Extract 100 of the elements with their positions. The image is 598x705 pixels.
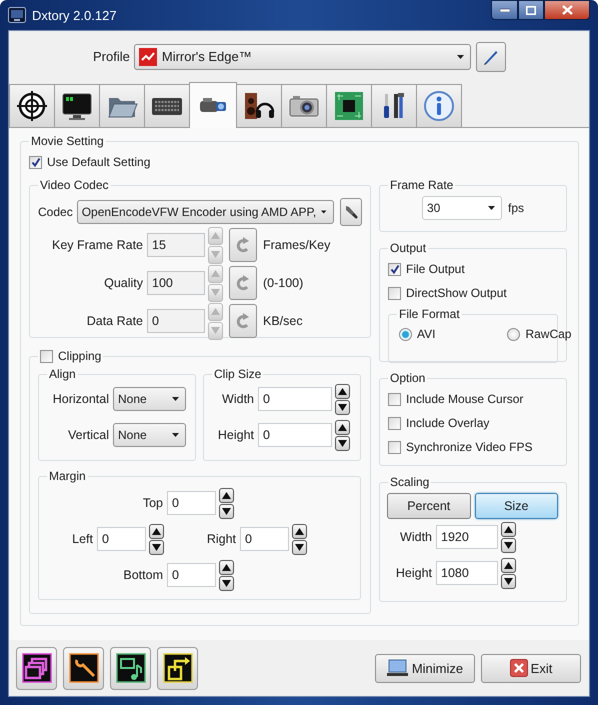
spin-down-button[interactable]	[219, 576, 234, 590]
down-arrow-icon	[504, 578, 513, 584]
group-title: Margin	[48, 469, 87, 483]
up-arrow-icon	[152, 528, 161, 534]
spin-up-button[interactable]	[292, 524, 307, 538]
up-arrow-icon	[211, 270, 220, 277]
spin-down-button[interactable]	[292, 540, 307, 554]
field-label: Right	[206, 532, 236, 546]
checkbox[interactable]	[388, 286, 401, 300]
maximize-icon	[526, 6, 536, 14]
spin-up-button[interactable]	[149, 524, 164, 538]
laptop-icon	[386, 659, 409, 677]
input-field[interactable]: 0	[258, 423, 332, 447]
dropdown[interactable]: None	[113, 423, 186, 447]
reset-button[interactable]	[229, 266, 257, 300]
reset-button[interactable]	[229, 304, 257, 338]
action-button[interactable]: Exit	[481, 654, 581, 682]
unit-label: fps	[508, 201, 524, 215]
checkbox[interactable]	[29, 156, 42, 168]
group-title: Align	[48, 367, 77, 381]
down-arrow-icon	[211, 327, 220, 334]
tab[interactable]	[9, 84, 55, 127]
up-arrow-icon	[222, 492, 231, 498]
spin-up-button[interactable]	[335, 384, 350, 398]
spin-down-button[interactable]	[335, 400, 350, 414]
up-arrow-icon	[504, 526, 513, 532]
spin-down-button[interactable]	[219, 504, 234, 518]
input-field[interactable]: 0	[258, 387, 332, 411]
speaker-headphones-icon	[243, 90, 275, 122]
down-arrow-icon	[211, 289, 220, 296]
input-field[interactable]: 0	[167, 563, 216, 587]
group-title: Output	[389, 241, 428, 255]
tab[interactable]	[371, 84, 417, 127]
field-label: Key Frame Rate	[50, 238, 143, 252]
wrench-icon	[68, 653, 98, 683]
tab[interactable]	[189, 82, 237, 128]
spin-up-button[interactable]	[501, 558, 516, 572]
tab[interactable]	[236, 84, 282, 127]
tool-button[interactable]	[157, 646, 198, 690]
spin-down-button[interactable]	[501, 538, 516, 552]
close-icon	[510, 659, 528, 677]
tab[interactable]	[144, 84, 190, 127]
checkbox[interactable]	[388, 262, 401, 276]
codec-settings-button[interactable]	[340, 198, 362, 226]
group-title: Video Codec	[39, 178, 110, 192]
spin-up-button[interactable]	[219, 560, 234, 574]
checkbox[interactable]	[40, 350, 53, 362]
frame-rate-dropdown[interactable]: 30	[422, 196, 502, 220]
dropdown[interactable]: None	[113, 387, 186, 411]
field-label: Left	[71, 532, 93, 546]
codec-dropdown[interactable]: OpenEncodeVFW Encoder using AMD APP,	[76, 200, 334, 224]
up-arrow-icon	[211, 232, 220, 239]
up-arrow-icon	[504, 562, 513, 568]
caret-icon	[172, 433, 179, 437]
field-label: Bottom	[122, 568, 163, 582]
down-arrow-icon	[504, 542, 513, 548]
radio-label: RawCap	[525, 327, 572, 341]
action-button[interactable]: Minimize	[375, 654, 475, 682]
radio-button[interactable]	[399, 328, 412, 340]
reset-button[interactable]	[229, 228, 257, 262]
tool-button[interactable]	[16, 646, 57, 690]
minimize-button[interactable]	[491, 0, 518, 20]
tool-button[interactable]	[110, 646, 151, 690]
checkbox[interactable]	[388, 416, 401, 430]
maximize-button[interactable]	[518, 0, 544, 20]
spin-up-button[interactable]	[219, 488, 234, 502]
profile-label: Profile	[93, 49, 130, 64]
spin-up-button[interactable]	[335, 420, 350, 434]
input-field[interactable]: 0	[97, 527, 146, 551]
spin-down-button[interactable]	[501, 574, 516, 588]
field-label: Width	[399, 530, 432, 544]
close-button[interactable]	[544, 0, 590, 20]
tab[interactable]	[281, 84, 327, 127]
input-field[interactable]: 0	[240, 527, 289, 551]
caret-icon	[488, 206, 495, 210]
checkbox-label: Synchronize Video FPS	[406, 440, 533, 454]
down-arrow-icon	[338, 440, 347, 446]
game-icon	[138, 48, 157, 66]
profile-dropdown[interactable]: Mirror's Edge™	[134, 44, 471, 70]
up-arrow-icon	[211, 308, 220, 315]
tab[interactable]	[54, 84, 100, 127]
refresh-icon	[236, 237, 250, 253]
field-label: Data Rate	[86, 314, 143, 328]
tab[interactable]	[326, 84, 372, 127]
edit-button[interactable]	[476, 42, 506, 72]
input-field[interactable]: 1080	[436, 561, 498, 585]
checkbox[interactable]	[388, 440, 401, 454]
toggle-button[interactable]: Percent	[387, 493, 470, 519]
spin-up-button[interactable]	[501, 522, 516, 536]
input-field[interactable]: 1920	[436, 525, 498, 549]
checkbox[interactable]	[388, 392, 401, 406]
radio-button[interactable]	[507, 328, 520, 340]
spin-down-button[interactable]	[335, 436, 350, 450]
toggle-button[interactable]: Size	[474, 493, 558, 519]
spin-down-button[interactable]	[149, 540, 164, 554]
up-arrow-icon	[338, 424, 347, 430]
tool-button[interactable]	[63, 646, 104, 690]
up-arrow-icon	[222, 564, 231, 570]
group-title: Option	[389, 371, 426, 385]
input-field[interactable]: 0	[167, 491, 216, 515]
